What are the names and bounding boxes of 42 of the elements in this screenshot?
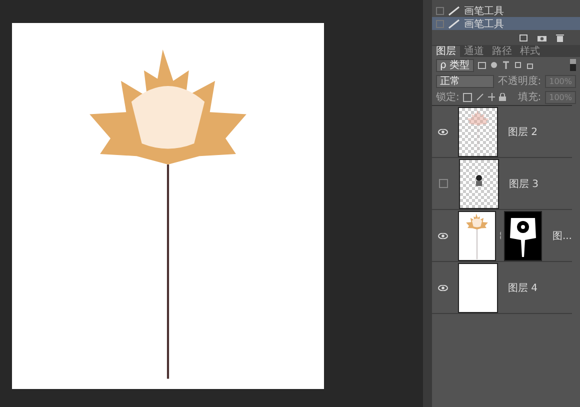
layer-row[interactable]: 图层 2 [432,106,572,158]
layer-thumbnail [458,106,498,156]
mask-thumbnail [504,210,542,260]
lock-pixels-icon[interactable] [463,92,472,102]
history-item[interactable]: 画笔工具 [432,4,580,17]
panel-tab[interactable]: 样式 [516,46,544,57]
layer-thumbnail [459,158,499,208]
lock-label: 锁定: [436,90,460,104]
new-document-icon[interactable] [519,34,528,42]
layer-row[interactable]: 图... [432,210,572,262]
move-icon[interactable] [488,93,496,101]
trash-icon[interactable] [556,34,564,42]
layer-name: 图... [552,230,572,242]
blend-mode-dropdown[interactable]: 正常 [436,74,494,88]
shape-filter-icon[interactable] [514,61,522,69]
visibility-box[interactable] [439,179,448,188]
layer-row[interactable]: 图层 4 [432,262,572,314]
panel-tab[interactable]: 通道 [460,46,488,57]
checkbox[interactable] [436,6,444,14]
panel-tab[interactable]: 图层 [432,46,460,57]
toggle-icon[interactable] [570,59,576,71]
history-item[interactable]: 画笔工具 [432,17,580,30]
checkbox[interactable] [436,20,444,28]
eye-icon[interactable] [438,284,448,290]
panel-tab[interactable]: 路径 [488,46,516,57]
layer-thumbnail [458,262,498,312]
eye-icon[interactable] [438,128,448,134]
camera-icon[interactable] [537,34,547,42]
image-filter-icon[interactable] [478,62,486,68]
layer-name: 图层 2 [508,126,538,138]
layer-name: 图层 3 [509,178,539,190]
fill-label: 填充: [518,90,542,104]
circle-filter-icon[interactable] [490,61,498,69]
layer-row[interactable]: 图层 3 [432,158,572,210]
scrollbar[interactable] [423,0,432,407]
lock-icon[interactable] [499,93,506,101]
smart-object-icon[interactable] [526,61,534,69]
opacity-label: 不透明度: [498,74,542,88]
type-filter-icon[interactable] [502,61,510,69]
filter-dropdown[interactable]: ρ 类型 [436,58,474,72]
layer-name: 图层 4 [508,282,538,294]
eye-icon[interactable] [438,232,448,238]
